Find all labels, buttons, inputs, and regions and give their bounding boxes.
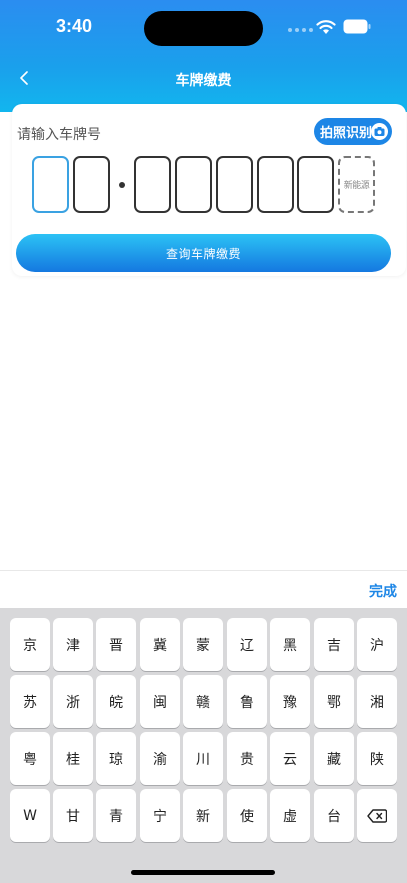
- key-yu2[interactable]: 渝: [140, 732, 180, 785]
- key-gui[interactable]: 桂: [53, 732, 93, 785]
- key-ning[interactable]: 宁: [140, 789, 180, 842]
- keyboard-bottom-area: [0, 853, 407, 883]
- key-ji[interactable]: 冀: [140, 618, 180, 671]
- keyboard-toolbar: 完成: [0, 570, 407, 608]
- key-jing[interactable]: 京: [10, 618, 50, 671]
- page-title: 车牌缴费: [175, 73, 232, 89]
- key-jin[interactable]: 津: [53, 618, 93, 671]
- key-hei[interactable]: 黑: [270, 618, 310, 671]
- key-qiong[interactable]: 琼: [96, 732, 136, 785]
- plate-separator-dot: [119, 182, 125, 188]
- key-liao[interactable]: 辽: [227, 618, 267, 671]
- key-min[interactable]: 闽: [140, 675, 180, 728]
- plate-input-card: 请输入车牌号 拍照识别 新能源 查询车牌缴费: [12, 104, 406, 276]
- key-yu[interactable]: 豫: [270, 675, 310, 728]
- cellular-signal-icon: [288, 28, 313, 32]
- key-gan[interactable]: 赣: [183, 675, 223, 728]
- backspace-icon: [367, 808, 387, 823]
- plate-char-5[interactable]: [216, 156, 253, 213]
- key-e[interactable]: 鄂: [314, 675, 354, 728]
- key-qing[interactable]: 青: [96, 789, 136, 842]
- camera-icon: [371, 123, 388, 140]
- key-xu[interactable]: 虚: [270, 789, 310, 842]
- key-lu[interactable]: 鲁: [227, 675, 267, 728]
- key-zang[interactable]: 藏: [314, 732, 354, 785]
- delete-key[interactable]: [357, 789, 397, 842]
- key-yue[interactable]: 粤: [10, 732, 50, 785]
- key-w[interactable]: W: [10, 789, 50, 842]
- key-tai[interactable]: 台: [314, 789, 354, 842]
- plate-char-7[interactable]: [297, 156, 334, 213]
- province-keyboard: 京 津 晋 冀 蒙 辽 黑 吉 沪 苏 浙 皖 闽 赣 鲁 豫 鄂 湘 粤 桂 …: [0, 608, 407, 853]
- key-chuan[interactable]: 川: [183, 732, 223, 785]
- plate-char-3[interactable]: [134, 156, 171, 213]
- key-xin[interactable]: 新: [183, 789, 223, 842]
- photo-recognition-label: 拍照识别: [320, 126, 373, 141]
- key-jin2[interactable]: 晋: [96, 618, 136, 671]
- key-shi[interactable]: 使: [227, 789, 267, 842]
- key-hu[interactable]: 沪: [357, 618, 397, 671]
- key-gui2[interactable]: 贵: [227, 732, 267, 785]
- dynamic-island: [144, 11, 263, 46]
- key-xiang[interactable]: 湘: [357, 675, 397, 728]
- plate-char-1[interactable]: [32, 156, 69, 213]
- navigation-bar: 车牌缴费: [0, 56, 407, 104]
- key-meng[interactable]: 蒙: [183, 618, 223, 671]
- status-time: 3:40: [56, 16, 93, 36]
- plate-char-6[interactable]: [257, 156, 294, 213]
- wifi-icon: [316, 20, 336, 34]
- key-shan[interactable]: 陕: [357, 732, 397, 785]
- key-yun[interactable]: 云: [270, 732, 310, 785]
- key-wan[interactable]: 皖: [96, 675, 136, 728]
- key-gan2[interactable]: 甘: [53, 789, 93, 842]
- key-su[interactable]: 苏: [10, 675, 50, 728]
- plate-input-label: 请输入车牌号: [17, 127, 101, 143]
- done-button[interactable]: 完成: [369, 581, 397, 601]
- home-indicator[interactable]: [131, 870, 275, 875]
- battery-icon: [343, 19, 371, 34]
- key-ji2[interactable]: 吉: [314, 618, 354, 671]
- query-plate-payment-button[interactable]: 查询车牌缴费: [16, 234, 391, 272]
- plate-char-2[interactable]: [73, 156, 110, 213]
- key-zhe[interactable]: 浙: [53, 675, 93, 728]
- plate-char-new-energy[interactable]: 新能源: [338, 156, 375, 213]
- plate-char-4[interactable]: [175, 156, 212, 213]
- status-bar: 3:40: [0, 0, 407, 56]
- photo-recognition-button[interactable]: 拍照识别: [314, 118, 392, 145]
